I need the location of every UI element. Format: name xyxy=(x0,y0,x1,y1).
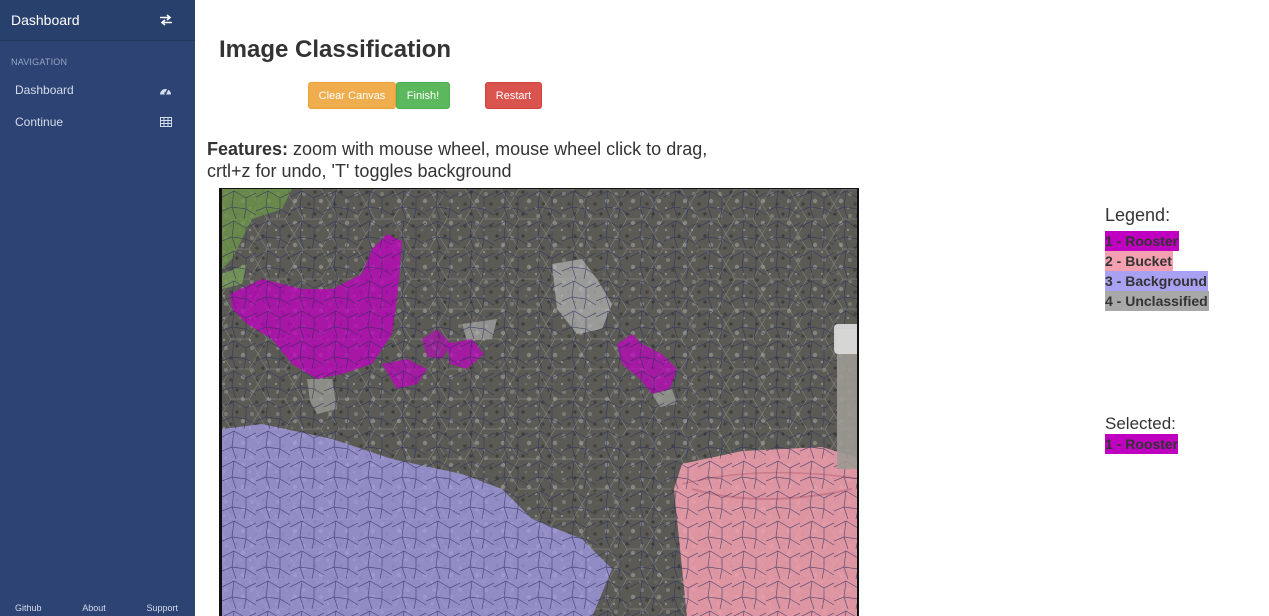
table-icon xyxy=(159,116,172,129)
sidebar-footer: Github About Support xyxy=(0,603,195,613)
sidebar-title[interactable]: Dashboard xyxy=(11,12,80,28)
legend-item-background[interactable]: 3 - Background xyxy=(1105,271,1208,291)
about-link[interactable]: About xyxy=(82,603,106,613)
legend-item-bucket[interactable]: 2 - Bucket xyxy=(1105,251,1173,271)
selected-class: Selected: 1 - Rooster xyxy=(1105,414,1179,454)
features-help: Features: zoom with mouse wheel, mouse w… xyxy=(207,138,767,182)
sidebar-header: Dashboard xyxy=(0,0,195,41)
support-link[interactable]: Support xyxy=(146,603,178,613)
segmentation-canvas[interactable] xyxy=(219,188,859,616)
legend-item-rooster[interactable]: 1 - Rooster xyxy=(1105,231,1180,251)
segmentation-image[interactable] xyxy=(222,189,859,616)
legend-item-unclassified[interactable]: 4 - Unclassified xyxy=(1105,291,1209,311)
restart-button[interactable]: Restart xyxy=(485,82,542,109)
swap-arrows-icon[interactable] xyxy=(157,13,175,27)
main-content: Image Classification Clear Canvas Finish… xyxy=(195,0,1269,616)
sidebar-item-label: Continue xyxy=(15,115,64,129)
page-title: Image Classification xyxy=(219,36,452,63)
features-text: zoom with mouse wheel, mouse wheel click… xyxy=(288,139,708,159)
sidebar-item-label: Dashboard xyxy=(15,83,74,97)
gauge-icon xyxy=(159,84,172,97)
clear-canvas-button[interactable]: Clear Canvas xyxy=(308,82,396,109)
nav-section-label: NAVIGATION xyxy=(11,57,68,67)
selected-class-badge: 1 - Rooster xyxy=(1105,434,1179,454)
features-text-2: crtl+z for undo, 'T' toggles background xyxy=(207,161,512,181)
legend-title: Legend: xyxy=(1105,205,1171,225)
github-link[interactable]: Github xyxy=(15,603,42,613)
features-label: Features: xyxy=(207,139,289,159)
sidebar-item-continue[interactable]: Continue xyxy=(0,109,195,135)
legend: Legend: 1 - Rooster 2 - Bucket 3 - Backg… xyxy=(1105,205,1209,311)
finish-button[interactable]: Finish! xyxy=(396,82,450,109)
sidebar: Dashboard NAVIGATION Dashboard Continue … xyxy=(0,0,195,616)
selected-title: Selected: xyxy=(1105,414,1176,433)
sidebar-item-dashboard[interactable]: Dashboard xyxy=(0,77,195,103)
